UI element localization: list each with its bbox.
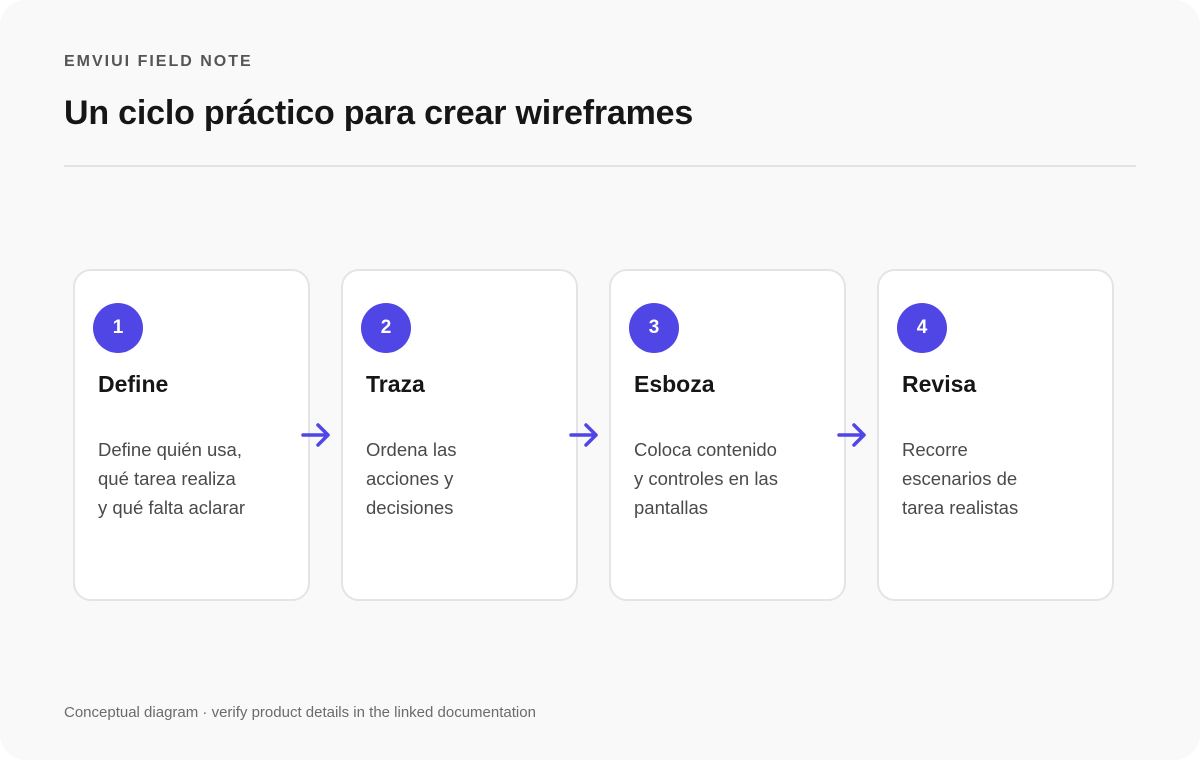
step-description: Coloca contenido y controles en las pant… — [634, 439, 778, 518]
step-card-2: 2 Traza Ordena las acciones y decisiones — [341, 269, 578, 601]
step-title: Esboza — [634, 371, 715, 397]
step-card-1: 1 Define Define quién usa, qué tarea rea… — [73, 269, 310, 601]
step-description: Define quién usa, qué tarea realiza y qu… — [98, 439, 246, 518]
page-title: Un ciclo práctico para crear wireframes — [64, 94, 694, 132]
step-card-4: 4 Revisa Recorre escenarios de tarea rea… — [877, 269, 1114, 601]
eyebrow-label: EMVIUI FIELD NOTE — [64, 53, 253, 70]
step-description: Recorre escenarios de tarea realistas — [902, 439, 1019, 518]
arrow-right-icon — [301, 423, 330, 447]
arrow-right-icon — [569, 423, 598, 447]
footer-note: Conceptual diagram · verify product deta… — [64, 704, 536, 721]
step-title: Define — [98, 371, 169, 397]
diagram-canvas: EMVIUI FIELD NOTE Un ciclo práctico para… — [0, 0, 1200, 760]
step-title: Traza — [366, 371, 425, 397]
step-description: Ordena las acciones y decisiones — [366, 439, 457, 518]
step-number-badge: 3 — [629, 303, 679, 353]
step-number-badge: 1 — [93, 303, 143, 353]
step-number-badge: 2 — [361, 303, 411, 353]
arrow-right-icon — [837, 423, 866, 447]
header-divider — [64, 165, 1136, 167]
step-title: Revisa — [902, 371, 977, 397]
step-card-3: 3 Esboza Coloca contenido y controles en… — [609, 269, 846, 601]
step-number-badge: 4 — [897, 303, 947, 353]
